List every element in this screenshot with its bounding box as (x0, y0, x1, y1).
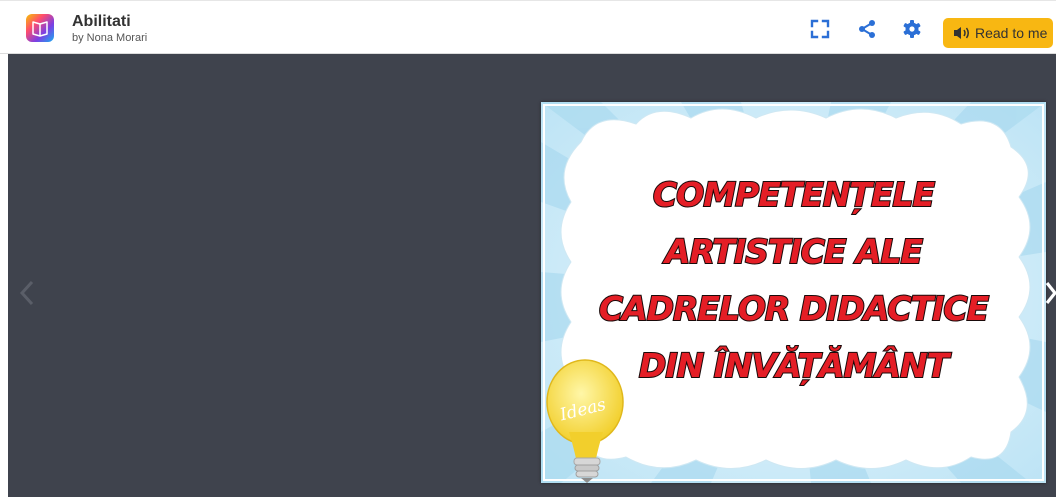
book-author: by Nona Morari (72, 32, 148, 44)
cover-title-line: COMPETENȚELE (652, 174, 936, 215)
top-bar: Abilitati by Nona Morari Read to me (0, 0, 1056, 54)
cover-title-line: CADRELOR DIDACTICE (598, 288, 990, 329)
read-to-me-button[interactable]: Read to me (943, 18, 1053, 48)
read-to-me-label: Read to me (975, 25, 1048, 41)
book-cover-page: Ideas COMPETENȚELE ARTISTICE ALE CADRELO… (541, 102, 1046, 483)
book-title: Abilitati (72, 13, 131, 30)
speaker-icon (954, 27, 969, 39)
left-edge-strip (0, 54, 8, 497)
app-logo-icon[interactable] (25, 13, 55, 43)
settings-icon[interactable] (901, 18, 923, 40)
cover-title-line: DIN ÎNVĂȚĂMÂNT (638, 345, 950, 386)
share-icon[interactable] (856, 18, 878, 40)
chevron-left-icon[interactable] (17, 278, 39, 308)
cover-title: COMPETENȚELE ARTISTICE ALE CADRELOR DIDA… (566, 166, 1021, 394)
fullscreen-icon[interactable] (809, 18, 831, 40)
chevron-right-icon[interactable] (1042, 278, 1056, 308)
cover-title-line: ARTISTICE ALE (664, 231, 924, 272)
